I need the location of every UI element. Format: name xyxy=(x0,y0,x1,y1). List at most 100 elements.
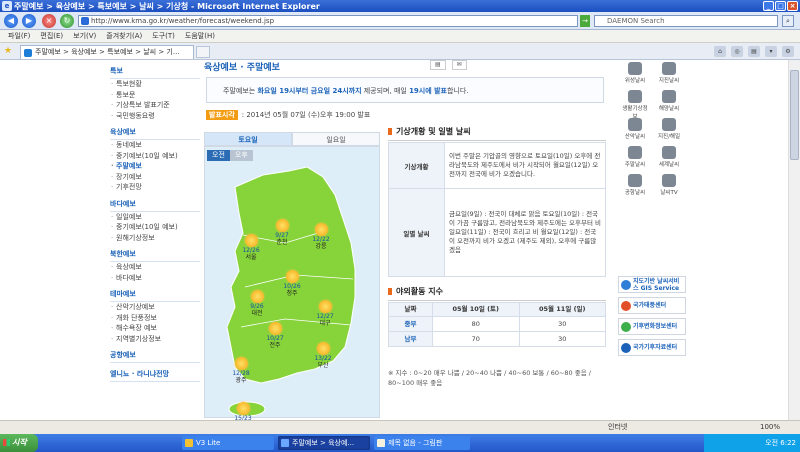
nav-item[interactable]: 중기예보(10일 예보) xyxy=(110,222,200,233)
city-weather[interactable]: 12/26 서울 xyxy=(239,234,263,261)
city-weather[interactable]: 9/26 대전 xyxy=(245,290,269,317)
city-temp: 12/27 xyxy=(316,313,334,320)
menu-favorites[interactable]: 즐겨찾기(A) xyxy=(106,31,142,41)
nav-item[interactable]: 지역별기상정보 xyxy=(110,334,200,345)
print-link[interactable]: ▤ xyxy=(430,60,446,70)
climate-data-banner[interactable]: 국가기후자료센터 xyxy=(618,339,686,356)
nav-category[interactable]: 공항예보 xyxy=(110,350,200,363)
city-weather[interactable]: 13/22 부산 xyxy=(311,342,335,369)
nav-item[interactable]: 일일예보 xyxy=(110,212,200,223)
favorites-star-icon[interactable]: ★ xyxy=(4,46,12,56)
nav-item[interactable]: 기상특보 발표기준 xyxy=(110,100,200,111)
nav-category[interactable]: 육상예보 xyxy=(110,127,200,140)
col-saturday: 05월 10일 (토) xyxy=(432,302,520,317)
pm-button[interactable]: 오후 xyxy=(229,150,253,161)
forward-button[interactable]: ▶ xyxy=(22,14,36,28)
quick-menu-item[interactable]: 생활기상정보 xyxy=(620,90,650,120)
search-input[interactable]: DAEMON Search xyxy=(594,15,778,27)
task-paint[interactable]: 제목 없음 - 그림판 xyxy=(374,436,470,450)
nav-category[interactable]: 북한예보 xyxy=(110,249,200,262)
window-title-bar: e 주말예보 > 육상예보 > 특보예보 > 날씨 > 기상청 - Micros… xyxy=(0,0,800,12)
city-weather[interactable]: 10/26 청주 xyxy=(280,270,304,297)
feeds-icon[interactable]: ◎ xyxy=(731,46,743,57)
quick-menu-label: 지진날씨 xyxy=(658,78,680,84)
forecast-notice: 주말예보는 화요일 19시부터 금요일 24시까지 제공되며, 매일 19시에 … xyxy=(206,77,604,103)
nav-category[interactable]: 엘니뇨 · 라니냐전망 xyxy=(110,369,200,382)
start-button[interactable]: 시작 xyxy=(0,434,38,452)
am-button[interactable]: 오전 xyxy=(207,150,230,161)
nav-item[interactable]: 동네예보 xyxy=(110,140,200,151)
back-button[interactable]: ◀ xyxy=(4,14,18,28)
nav-item[interactable]: 중기예보(10일 예보) xyxy=(110,151,200,162)
nav-item[interactable]: 원해기상정보 xyxy=(110,233,200,244)
quick-menu-item[interactable]: 해양날씨 xyxy=(654,90,684,112)
taskbar: 시작 V3 Lite 주말예보 > 육상예... 제목 없음 - 그림판 오전 … xyxy=(0,434,800,452)
quick-menu-item[interactable]: 위성날씨 xyxy=(620,62,650,84)
quick-menu-item[interactable]: 세계날씨 xyxy=(654,146,684,168)
release-time: 발표시각: 2014년 05월 07일 (수)오후 19:00 발표 xyxy=(206,110,370,120)
gis-service-banner[interactable]: 지도기반 날씨서비스 GIS Service xyxy=(618,276,686,293)
zoom-level[interactable]: 100% xyxy=(760,421,780,434)
menu-edit[interactable]: 편집(E) xyxy=(40,31,63,41)
tab-bar: ★ 주말예보 > 육상예보 > 특보예보 > 날씨 > 기... ⌂ ◎ ▤ ▾… xyxy=(0,43,800,60)
city-weather[interactable]: 10/27 전주 xyxy=(263,322,287,349)
nav-category[interactable]: 테마예보 xyxy=(110,289,200,302)
refresh-button[interactable]: ↻ xyxy=(60,14,74,28)
page-scrollbar[interactable] xyxy=(788,60,800,434)
city-weather[interactable]: 12/22 강릉 xyxy=(309,223,333,250)
print-icon[interactable]: ▤ xyxy=(748,46,760,57)
nav-item[interactable]: 육상예보 xyxy=(110,262,200,273)
menu-tools[interactable]: 도구(T) xyxy=(152,31,175,41)
quick-menu-item[interactable]: 산악날씨 xyxy=(620,118,650,140)
nav-item[interactable]: 국민행동요령 xyxy=(110,111,200,122)
section-header: 육상예보 · 주말예보 xyxy=(204,63,280,73)
quick-menu-item[interactable]: 지진/해일 xyxy=(654,118,684,140)
nav-item[interactable]: 산악기상예보 xyxy=(110,302,200,313)
typhoon-center-banner[interactable]: 국가태풍센터 xyxy=(618,297,686,314)
nav-item[interactable]: 주말예보 xyxy=(110,161,200,172)
menu-file[interactable]: 파일(F) xyxy=(8,31,30,41)
quick-menu-item[interactable]: 지진날씨 xyxy=(654,62,684,84)
maximize-button[interactable]: □ xyxy=(775,1,786,11)
quick-menu-item[interactable]: 주말날씨 xyxy=(620,146,650,168)
city-weather[interactable]: 12/27 대구 xyxy=(313,300,337,327)
menu-help[interactable]: 도움말(H) xyxy=(185,31,215,41)
clock[interactable]: 오전 6:22 xyxy=(765,439,796,447)
minimize-button[interactable]: _ xyxy=(763,1,774,11)
browser-tab[interactable]: 주말예보 > 육상예보 > 특보예보 > 날씨 > 기... xyxy=(20,45,194,59)
quick-menu-icon xyxy=(662,146,676,159)
nav-item[interactable]: 개화 단풍정보 xyxy=(110,313,200,324)
quick-menu-item[interactable]: 공항날씨 xyxy=(620,174,650,196)
nav-item[interactable]: 통보문 xyxy=(110,90,200,101)
city-weather[interactable]: 12/28 광주 xyxy=(229,357,253,384)
scrollbar-thumb[interactable] xyxy=(790,70,799,160)
page-menu-icon[interactable]: ▾ xyxy=(765,46,777,57)
nav-item[interactable]: 기후전망 xyxy=(110,182,200,193)
nav-item[interactable]: 해수욕장 예보 xyxy=(110,323,200,334)
task-ie[interactable]: 주말예보 > 육상예... xyxy=(278,436,370,450)
tools-menu-icon[interactable]: ⚙ xyxy=(782,46,794,57)
climate-change-banner[interactable]: 기후변화정보센터 xyxy=(618,318,686,335)
nav-category[interactable]: 바다예보 xyxy=(110,199,200,212)
task-v3-lite[interactable]: V3 Lite xyxy=(182,436,274,450)
menu-view[interactable]: 보기(V) xyxy=(73,31,96,41)
tab-sunday[interactable]: 일요일 xyxy=(292,132,380,146)
city-weather[interactable]: 9/27 춘천 xyxy=(270,219,294,246)
tab-saturday[interactable]: 토요일 xyxy=(204,132,292,146)
close-button[interactable]: × xyxy=(787,1,798,11)
quick-menu-item[interactable]: 날씨TV xyxy=(654,174,684,196)
go-button[interactable]: → xyxy=(580,15,590,27)
share-link[interactable]: ✉ xyxy=(451,60,467,70)
url-input[interactable]: http://www.kma.go.kr/weather/forecast/we… xyxy=(78,15,578,27)
nav-item[interactable]: 장기예보 xyxy=(110,172,200,183)
home-icon[interactable]: ⌂ xyxy=(714,46,726,57)
header-utility-links: ▤ ✉ xyxy=(430,60,467,70)
nav-item[interactable]: 바다예보 xyxy=(110,273,200,284)
nav-category[interactable]: 특보 xyxy=(110,66,200,79)
release-time-text: : 2014년 05월 07일 (수)오후 19:00 발표 xyxy=(241,111,371,119)
stop-button[interactable]: × xyxy=(42,14,56,28)
new-tab-button[interactable] xyxy=(196,46,210,58)
notice-text: 주말예보는 xyxy=(223,87,258,95)
nav-item[interactable]: 특보현황 xyxy=(110,79,200,90)
search-icon[interactable]: ⌕ xyxy=(782,15,794,27)
